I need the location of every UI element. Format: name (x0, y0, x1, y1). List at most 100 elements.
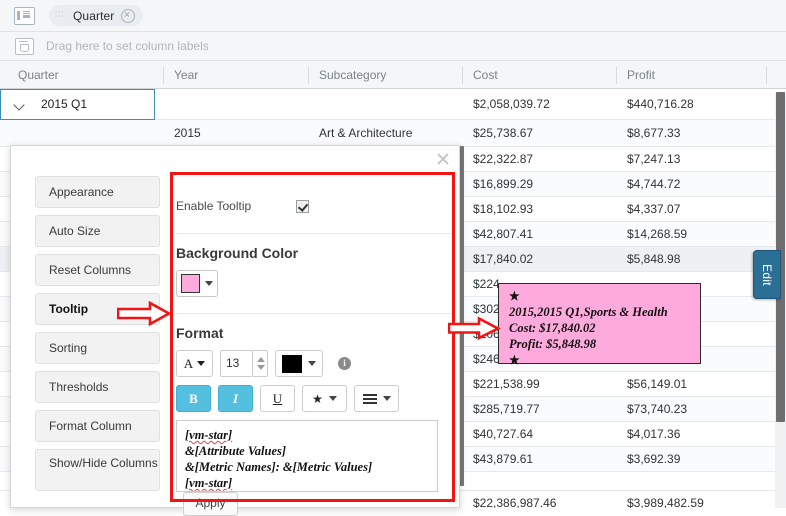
format-line-3: &[Metric Names]: &[Metric Values] (185, 460, 373, 474)
bold-label: B (189, 390, 198, 406)
menu-item-tooltip[interactable]: Tooltip (35, 293, 160, 325)
cell-profit: $7,247.13 (627, 152, 681, 166)
menu-item-format-column[interactable]: Format Column (35, 410, 160, 442)
row-labels-bar: Quarter (0, 0, 786, 32)
info-icon[interactable]: i (338, 357, 351, 370)
menu-item-label: Sorting (49, 341, 88, 355)
row-labels-icon (14, 6, 35, 25)
column-header-cost[interactable]: Cost (464, 61, 614, 89)
menu-item-reset-columns[interactable]: Reset Columns (35, 254, 160, 286)
apply-button[interactable]: Apply (183, 492, 238, 516)
cell-profit: $3,989,482.59 (627, 496, 704, 508)
tooltip-line-profit: Profit: $5,848.98 (509, 337, 597, 351)
align-button[interactable] (354, 385, 399, 412)
menu-item-label: Show/Hide Columns (49, 456, 158, 470)
format-line-4: [vm-star] (185, 476, 233, 490)
cell-cost: $18,102.93 (473, 202, 534, 216)
column-header-year[interactable]: Year (165, 61, 315, 89)
table-row[interactable]: 2015 Art & Architecture $25,738.67 $8,67… (0, 120, 786, 147)
text-color-swatch (282, 354, 302, 373)
enable-tooltip-checkbox[interactable] (296, 199, 309, 213)
format-title: Format (176, 325, 224, 341)
cell-cost: $285,719.77 (473, 402, 540, 416)
cell-cost: $43,879.61 (473, 452, 534, 466)
underline-button[interactable]: U (260, 385, 295, 412)
background-color-title: Background Color (176, 245, 299, 261)
cell-cost: $17,840.02 (473, 252, 534, 266)
table-settings-dialog[interactable]: Appearance Auto Size Reset Columns Toolt… (10, 145, 460, 508)
menu-item-label: Reset Columns (49, 263, 132, 277)
bold-button[interactable]: B (176, 385, 211, 412)
menu-item-appearance[interactable]: Appearance (35, 176, 160, 208)
column-header-subcategory[interactable]: Subcategory (310, 61, 460, 89)
tooltip-settings-panel: Enable Tooltip Background Color Format A… (176, 170, 451, 500)
vertical-scrollbar[interactable] (775, 92, 786, 508)
font-family-button[interactable]: A (176, 350, 213, 377)
drag-dots-icon[interactable] (55, 11, 65, 20)
column-labels-placeholder: Drag here to set column labels (46, 39, 209, 53)
column-labels-dropzone[interactable]: Drag here to set column labels (0, 32, 786, 61)
divider (176, 313, 451, 314)
italic-button[interactable]: I (218, 385, 253, 412)
menu-item-show-hide-columns[interactable]: Show/Hide Columns (35, 449, 160, 491)
cell-cost: $42,807.41 (473, 227, 534, 241)
symbol-button[interactable]: ★ (302, 385, 347, 412)
cell-cost: $40,727.64 (473, 427, 534, 441)
menu-item-sorting[interactable]: Sorting (35, 332, 160, 364)
field-chip-label: Quarter (73, 8, 115, 23)
cell-profit: $440,716.28 (627, 97, 694, 111)
cell-cost: $22,386,987.46 (473, 496, 557, 508)
cell-profit: $4,337.07 (627, 202, 681, 216)
column-header-quarter[interactable]: Quarter (9, 61, 159, 89)
chevron-down-icon[interactable] (205, 281, 213, 286)
close-icon[interactable] (435, 151, 451, 167)
background-color-picker[interactable] (176, 270, 218, 297)
chevron-down-icon[interactable] (13, 99, 25, 111)
cell-year: 2015 (174, 126, 201, 140)
menu-item-thresholds[interactable]: Thresholds (35, 371, 160, 403)
cell-subcategory: Art & Architecture (319, 126, 413, 140)
menu-item-label: Auto Size (49, 224, 101, 238)
font-size-input[interactable]: 13 (220, 350, 253, 377)
edit-button[interactable]: Edit (753, 250, 781, 299)
format-line-1: [vm-star] (185, 428, 233, 442)
drop-target-icon (15, 37, 34, 55)
menu-item-label: Tooltip (49, 302, 89, 316)
menu-item-label: Thresholds (49, 380, 109, 394)
menu-item-auto-size[interactable]: Auto Size (35, 215, 160, 247)
cell-profit: $4,744.72 (627, 177, 681, 191)
menu-item-label: Appearance (49, 185, 114, 199)
enable-tooltip-label: Enable Tooltip (176, 199, 252, 213)
cell-cost: $16,899.29 (473, 177, 534, 191)
cell-cost: $221,538.99 (473, 377, 540, 391)
format-toolbar-row-1: A 13 i (176, 350, 451, 377)
cell-cost: $22,322.87 (473, 152, 534, 166)
cell-profit: $14,268.59 (627, 227, 688, 241)
cell-profit: $4,017.36 (627, 427, 681, 441)
settings-menu[interactable]: Appearance Auto Size Reset Columns Toolt… (35, 176, 160, 498)
color-swatch (181, 274, 200, 293)
format-line-2: &[Attribute Values] (185, 444, 287, 458)
cell-profit: $56,149.01 (627, 377, 688, 391)
align-icon (362, 393, 377, 404)
font-size-stepper[interactable] (253, 350, 268, 377)
remove-chip-icon[interactable] (121, 8, 136, 23)
cell-cost: $25,738.67 (473, 126, 534, 140)
italic-label: I (232, 390, 239, 406)
cell-profit: $5,848.98 (627, 252, 681, 266)
selected-cell-quarter[interactable]: 2015 Q1 (0, 89, 155, 120)
field-chip-quarter[interactable]: Quarter (49, 5, 144, 26)
column-header-row: Quarter Year Subcategory Cost Profit (0, 61, 786, 89)
cell-profit: $8,677.33 (627, 126, 681, 140)
tooltip-line-cost: Cost: $17,840.02 (509, 321, 596, 335)
tooltip-star-bottom: ★ (509, 353, 520, 367)
tooltip-star-top: ★ (509, 289, 520, 303)
tooltip-format-textarea[interactable]: [vm-star] &[Attribute Values] &[Metric N… (176, 420, 438, 492)
text-color-button[interactable] (275, 350, 323, 377)
cell-cost: $2,058,039.72 (473, 97, 550, 111)
enable-tooltip-row: Enable Tooltip (176, 199, 451, 213)
underline-label: U (272, 390, 283, 406)
column-header-profit[interactable]: Profit (618, 61, 768, 89)
selected-cell-label: 2015 Q1 (41, 97, 88, 111)
divider (176, 233, 451, 234)
